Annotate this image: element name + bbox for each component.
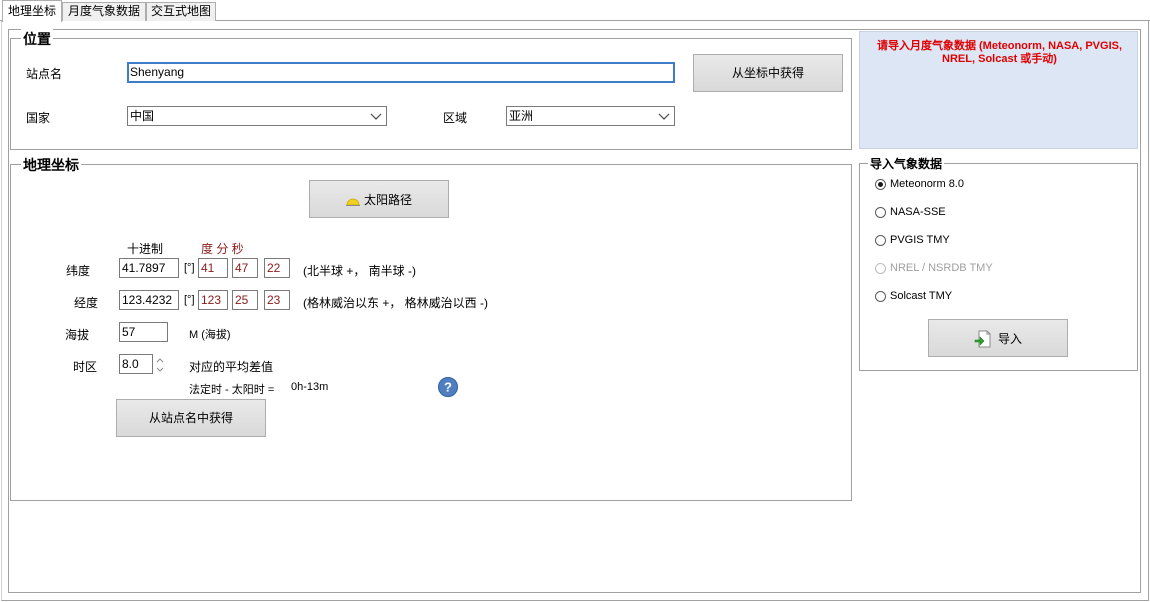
tab-interactive-map[interactable]: 交互式地图 bbox=[146, 2, 216, 21]
country-label: 国家 bbox=[26, 111, 51, 125]
location-group-title: 位置 bbox=[21, 29, 53, 49]
tab-geographic-coordinates[interactable]: 地理坐标 bbox=[2, 0, 62, 22]
mean-difference-label: 对应的平均差值 bbox=[189, 360, 274, 374]
radio-button bbox=[875, 263, 886, 274]
radio-button[interactable] bbox=[875, 179, 886, 190]
latitude-degrees-input[interactable]: 41 bbox=[198, 258, 228, 278]
import-button[interactable]: 导入 bbox=[928, 319, 1068, 357]
timezone-spinner[interactable] bbox=[153, 355, 167, 375]
legal-solar-label: 法定时 - 太阳时 = bbox=[189, 384, 275, 396]
get-from-site-name-button[interactable]: 从站点名中获得 bbox=[116, 399, 266, 437]
longitude-degrees-input[interactable]: 123 bbox=[198, 290, 228, 310]
radio-button[interactable] bbox=[875, 207, 886, 218]
country-select-value: 中国 bbox=[130, 109, 155, 123]
coordinates-group-title: 地理坐标 bbox=[21, 155, 81, 175]
longitude-decimal-input[interactable]: 123.4232 bbox=[119, 290, 179, 310]
import-button-label: 导入 bbox=[997, 331, 1022, 346]
radio-label: NREL / NSRDB TMY bbox=[890, 262, 993, 274]
info-message: 请导入月度气象数据 (Meteonorm, NASA, PVGIS, NREL,… bbox=[876, 40, 1123, 65]
radio-label: Meteonorm 8.0 bbox=[890, 178, 964, 190]
longitude-seconds-input[interactable]: 23 bbox=[264, 290, 290, 310]
country-select[interactable]: 中国 bbox=[127, 106, 387, 126]
decimal-header: 十进制 bbox=[127, 242, 164, 256]
tab-bar: 地理坐标 月度气象数据 交互式地图 bbox=[0, 0, 1150, 22]
latitude-hint: (北半球 +， 南半球 -) bbox=[303, 264, 416, 278]
timezone-label: 时区 bbox=[73, 360, 98, 374]
get-from-coordinates-button[interactable]: 从坐标中获得 bbox=[693, 54, 843, 92]
latitude-unit: [°] bbox=[184, 262, 195, 274]
longitude-minutes-input[interactable]: 25 bbox=[232, 290, 258, 310]
radio-label: PVGIS TMY bbox=[890, 234, 950, 246]
latitude-decimal-input[interactable]: 41.7897 bbox=[119, 258, 179, 278]
region-select[interactable]: 亚洲 bbox=[506, 106, 675, 126]
altitude-input[interactable]: 57 bbox=[119, 322, 168, 342]
legal-solar-value: 0h-13m bbox=[291, 381, 329, 393]
latitude-seconds-input[interactable]: 22 bbox=[264, 258, 290, 278]
radio-label: NASA-SSE bbox=[890, 206, 946, 218]
tab-monthly-meteo[interactable]: 月度气象数据 bbox=[62, 2, 146, 21]
region-label: 区域 bbox=[443, 111, 468, 125]
latitude-label: 纬度 bbox=[66, 264, 91, 278]
sun-path-icon bbox=[345, 198, 360, 206]
help-icon[interactable]: ? bbox=[438, 377, 458, 397]
longitude-label: 经度 bbox=[74, 296, 99, 310]
sun-path-label: 太阳路径 bbox=[363, 192, 412, 207]
site-name-input[interactable]: Shenyang bbox=[127, 62, 675, 83]
import-group-title: 导入气象数据 bbox=[868, 155, 945, 172]
region-select-value: 亚洲 bbox=[509, 109, 534, 123]
import-file-icon bbox=[974, 330, 991, 348]
chevron-down-icon bbox=[658, 113, 670, 120]
radio-button[interactable] bbox=[875, 291, 886, 302]
chevron-down-icon bbox=[370, 113, 382, 120]
svg-text:?: ? bbox=[444, 380, 452, 395]
radio-button[interactable] bbox=[875, 235, 886, 246]
sun-path-button[interactable]: 太阳路径 bbox=[309, 180, 449, 218]
info-panel: 请导入月度气象数据 (Meteonorm, NASA, PVGIS, NREL,… bbox=[859, 31, 1138, 149]
longitude-hint: (格林威治以东 +， 格林威治以西 -) bbox=[303, 296, 488, 310]
latitude-minutes-input[interactable]: 47 bbox=[232, 258, 258, 278]
timezone-input[interactable]: 8.0 bbox=[119, 354, 153, 374]
dms-header: 度 分 秒 bbox=[201, 242, 244, 256]
altitude-label: 海拔 bbox=[65, 328, 90, 342]
radio-selected-dot bbox=[878, 182, 883, 187]
site-name-label: 站点名 bbox=[26, 67, 63, 81]
altitude-unit: M (海拔) bbox=[189, 329, 231, 341]
radio-label: Solcast TMY bbox=[890, 290, 953, 302]
longitude-unit: [°] bbox=[184, 294, 195, 306]
